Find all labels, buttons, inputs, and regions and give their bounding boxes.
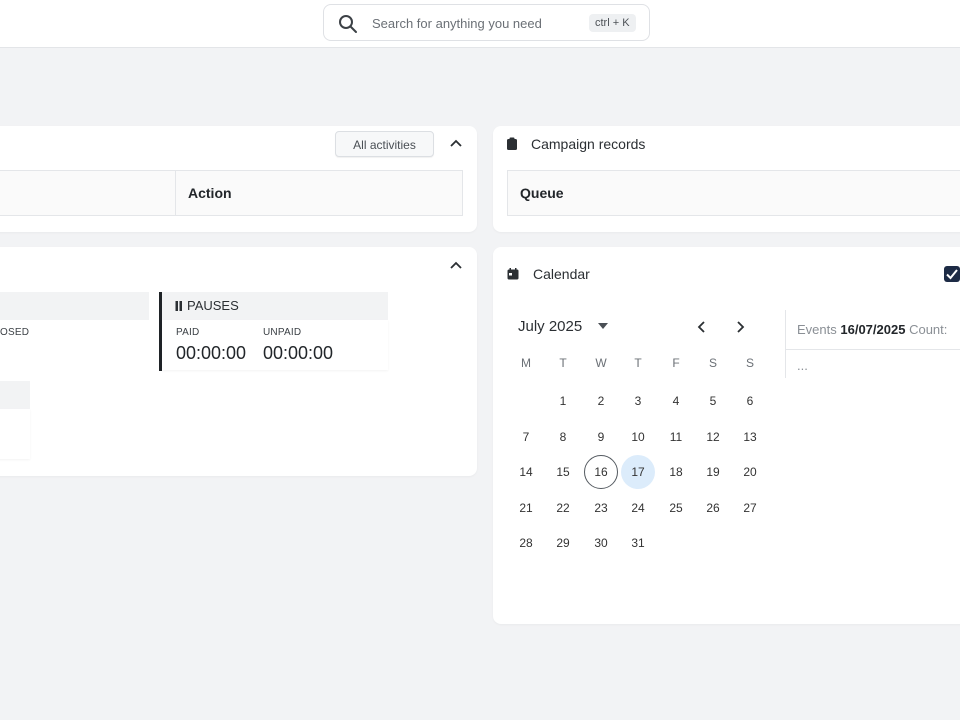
month-selector[interactable]: July 2025 — [518, 318, 609, 335]
calendar-day[interactable]: 14 — [509, 455, 543, 489]
calendar-day[interactable]: 27 — [733, 491, 767, 525]
day-today[interactable]: 16 — [584, 455, 618, 489]
calendar-icon — [507, 268, 519, 280]
search-input[interactable] — [372, 13, 582, 33]
secondary-header — [0, 381, 30, 409]
caret-down-icon — [598, 323, 609, 329]
events-count-label: Count: — [909, 322, 948, 337]
events-placeholder: ... — [797, 358, 808, 373]
chevron-up-icon[interactable] — [449, 136, 463, 150]
unpaid-value: 00:00:00 — [263, 343, 334, 363]
campaign-records-title: Campaign records — [531, 136, 646, 152]
events-header: Events 16/07/2025 Count: — [786, 310, 960, 350]
paid-value: 00:00:00 — [176, 343, 247, 363]
pauses-header: PAUSES — [162, 292, 388, 320]
calendar-day[interactable]: 20 — [733, 455, 767, 489]
checkbox[interactable] — [944, 266, 960, 282]
calendar-day[interactable]: 22 — [546, 491, 580, 525]
chevron-left-icon[interactable] — [695, 320, 709, 334]
calendar-day[interactable]: 12 — [696, 420, 730, 454]
all-activities-button[interactable]: All activities — [335, 131, 434, 157]
calendar-day[interactable]: 25 — [659, 491, 693, 525]
calendar-day[interactable]: 28 — [509, 526, 543, 560]
calendar-day[interactable]: 18 — [659, 455, 693, 489]
calendar-day[interactable]: 3 — [621, 384, 655, 418]
secondary-body — [0, 409, 30, 459]
calendar-day[interactable]: 30 — [584, 526, 618, 560]
calendar-day[interactable]: 23 — [584, 491, 618, 525]
pause-icon — [175, 293, 183, 311]
month-label: July 2025 — [518, 318, 583, 335]
closed-label: OSED — [0, 327, 30, 338]
weekday-label: F — [672, 356, 680, 370]
weekday-label: S — [708, 356, 717, 370]
calendar-day[interactable]: 31 — [621, 526, 655, 560]
calendar-day[interactable]: 29 — [546, 526, 580, 560]
search-icon — [339, 15, 357, 33]
calendar-title: Calendar — [533, 266, 590, 282]
day-selected[interactable]: 17 — [621, 455, 655, 489]
calendar-day[interactable]: 5 — [696, 384, 730, 418]
calendar-day[interactable]: 4 — [659, 384, 693, 418]
table-header-queue: Queue — [507, 170, 960, 216]
calendar-day[interactable]: 15 — [546, 455, 580, 489]
weekday-label: M — [521, 356, 531, 370]
chevron-right-icon[interactable] — [733, 320, 747, 334]
unpaid-label: UNPAID — [263, 327, 302, 338]
calendar-day[interactable]: 7 — [509, 420, 543, 454]
calendar-day[interactable]: 26 — [696, 491, 730, 525]
weekday-label: W — [595, 356, 607, 370]
calendar-day[interactable]: 6 — [733, 384, 767, 418]
calendar-day[interactable]: 24 — [621, 491, 655, 525]
events-date: 16/07/2025 — [840, 322, 906, 337]
paid-label: PAID — [176, 327, 200, 338]
table-header-cell — [0, 170, 176, 216]
calendar-day[interactable]: 8 — [546, 420, 580, 454]
weekday-label: T — [634, 356, 642, 370]
calendar-day[interactable]: 2 — [584, 384, 618, 418]
weekday-label: T — [559, 356, 567, 370]
weekday-label: S — [745, 356, 754, 370]
clipboard-icon — [507, 137, 517, 150]
calendar-day[interactable]: 9 — [584, 420, 618, 454]
calendar-day[interactable]: 10 — [621, 420, 655, 454]
events-label: Events — [797, 322, 837, 337]
pauses-title: PAUSES — [187, 298, 239, 313]
calendar-day[interactable]: 11 — [659, 420, 693, 454]
calendar-day[interactable]: 19 — [696, 455, 730, 489]
closed-header — [0, 292, 149, 320]
calendar-day[interactable]: 1 — [546, 384, 580, 418]
search-box[interactable]: ctrl + K — [323, 4, 650, 41]
calendar-day[interactable]: 13 — [733, 420, 767, 454]
table-header-action: Action — [175, 170, 463, 216]
calendar-day[interactable]: 21 — [509, 491, 543, 525]
check-icon — [946, 269, 958, 280]
shortcut-badge: ctrl + K — [589, 14, 636, 32]
top-bar: ctrl + K — [0, 0, 960, 48]
chevron-up-icon[interactable] — [449, 258, 463, 272]
